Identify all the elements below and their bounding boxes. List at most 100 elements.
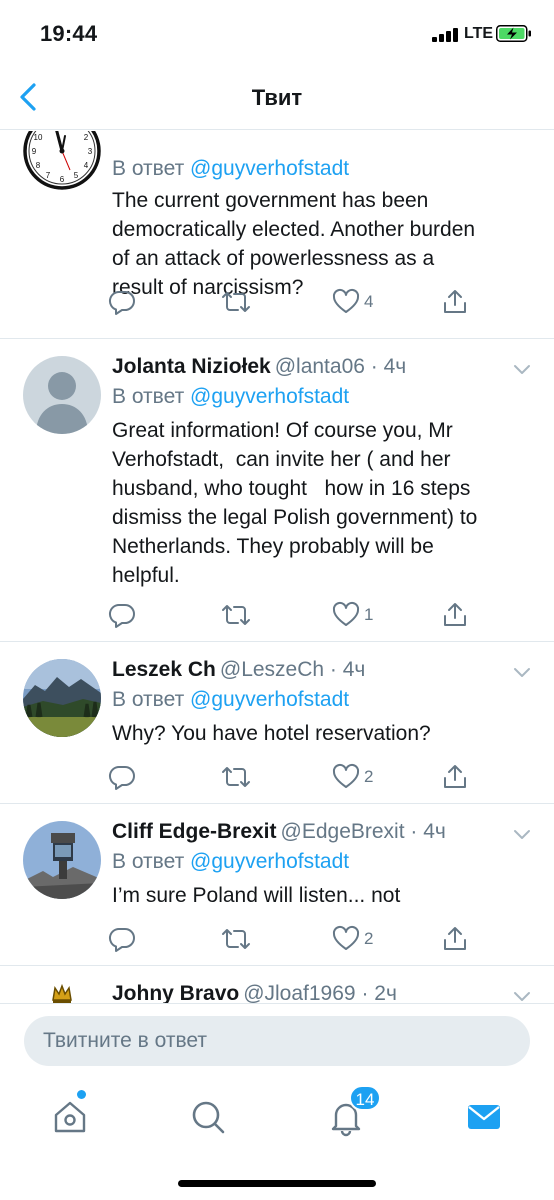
retweet-button[interactable]	[220, 924, 252, 954]
share-icon	[444, 765, 466, 788]
chevron-down-icon[interactable]	[512, 665, 532, 679]
author-handle[interactable]: @lanta06	[275, 355, 365, 378]
default-avatar[interactable]	[23, 356, 101, 434]
retweet-icon	[222, 929, 250, 949]
tweet-actions: 2	[108, 762, 488, 792]
tweet[interactable]: Jolanta Niziołek @lanta06 · 4ч В ответ @g…	[0, 339, 554, 642]
battery-charging-icon	[496, 25, 531, 42]
author-handle[interactable]: @EdgeBrexit	[281, 820, 405, 843]
svg-text:11: 11	[44, 131, 53, 132]
svg-text:9: 9	[32, 147, 37, 156]
mountain-avatar[interactable]	[23, 659, 101, 737]
chevron-down-icon[interactable]	[512, 827, 532, 841]
share-button[interactable]	[441, 287, 469, 317]
reply-icon	[108, 603, 135, 628]
cliff-avatar[interactable]	[23, 821, 101, 899]
chevron-down-icon[interactable]	[512, 989, 532, 1003]
replying-to: В ответ @guyverhofstadt	[112, 382, 536, 412]
heart-icon	[332, 763, 360, 788]
like-count: 2	[364, 767, 374, 786]
status-bar: 19:44 LTE	[0, 0, 554, 66]
like-button[interactable]: 1	[332, 600, 373, 630]
mention-link[interactable]: @guyverhofstadt	[190, 850, 349, 873]
tweet-header: Cliff Edge-Brexit @EdgeBrexit · 4ч	[112, 820, 446, 843]
like-count: 2	[364, 929, 374, 948]
svg-text:4: 4	[84, 161, 89, 170]
mention-link[interactable]: @guyverhofstadt	[190, 157, 349, 180]
like-button[interactable]: 2	[332, 762, 373, 792]
author-handle[interactable]: @Jloaf1969	[243, 982, 355, 1003]
reply-input[interactable]	[24, 1016, 530, 1066]
new-content-dot	[77, 1090, 86, 1099]
share-button[interactable]	[441, 600, 469, 630]
retweet-button[interactable]	[220, 600, 252, 630]
tweet[interactable]: 1212 345 678 91011 В ответ @guyverhofsta…	[0, 131, 554, 339]
tweet-actions: 2	[108, 924, 488, 954]
reply-bar	[0, 1003, 554, 1075]
replying-to: В ответ @guyverhofstadt	[112, 154, 536, 184]
like-count: 4	[364, 292, 374, 311]
tweet[interactable]: Cliff Edge-Brexit @EdgeBrexit · 4ч В отве…	[0, 804, 554, 966]
tweet-text: The current government has been democrat…	[112, 189, 476, 299]
home-indicator	[178, 1180, 376, 1187]
heart-icon	[332, 925, 360, 950]
reply-button[interactable]	[108, 762, 136, 792]
crown-avatar[interactable]	[23, 976, 101, 1003]
svg-text:5: 5	[74, 171, 79, 180]
reply-button[interactable]	[108, 924, 136, 954]
like-button[interactable]: 2	[332, 924, 373, 954]
replying-prefix: В ответ	[112, 688, 185, 711]
share-button[interactable]	[441, 762, 469, 792]
author-name[interactable]: Cliff Edge-Brexit	[112, 820, 277, 843]
reply-button[interactable]	[108, 287, 136, 317]
reply-button[interactable]	[108, 600, 136, 630]
clock-avatar[interactable]: 1212 345 678 91011	[23, 131, 101, 190]
svg-text:6: 6	[60, 175, 65, 184]
like-count: 1	[364, 605, 374, 624]
tweet-header: Johny Bravo @Jloaf1969 · 2ч	[112, 982, 397, 1003]
heart-icon	[332, 601, 360, 626]
retweet-icon	[222, 292, 250, 312]
tweet[interactable]: Johny Bravo @Jloaf1969 · 2ч	[0, 966, 554, 1003]
author-name[interactable]: Jolanta Niziołek	[112, 355, 271, 378]
share-icon	[444, 927, 466, 950]
svg-text:8: 8	[36, 161, 41, 170]
tweet-text: Great information! Of course you, Mr Ver…	[112, 419, 478, 587]
tweet[interactable]: Leszek Ch @LeszeCh · 4ч В ответ @guyverho…	[0, 642, 554, 804]
reply-feed: 1212 345 678 91011 В ответ @guyverhofsta…	[0, 131, 554, 1003]
tweet-actions: 1	[108, 600, 488, 630]
share-icon	[444, 290, 466, 313]
share-button[interactable]	[441, 924, 469, 954]
nav-bar: Твит	[0, 66, 554, 130]
retweet-icon	[222, 605, 250, 625]
svg-text:7: 7	[46, 171, 51, 180]
search-icon[interactable]	[186, 1095, 230, 1139]
replying-to: В ответ @guyverhofstadt	[112, 685, 536, 715]
tweet-time: 4ч	[383, 355, 407, 378]
like-button[interactable]: 4	[332, 287, 373, 317]
svg-text:1: 1	[74, 131, 79, 132]
tweet-time: 2ч	[374, 982, 397, 1003]
notifications-badge: 14	[349, 1085, 381, 1111]
chevron-down-icon[interactable]	[512, 362, 532, 376]
author-handle[interactable]: @LeszeCh	[220, 658, 324, 681]
replying-to: В ответ @guyverhofstadt	[112, 847, 536, 877]
reply-icon	[108, 290, 135, 315]
share-icon	[444, 603, 466, 626]
tweet-actions: 4	[108, 287, 488, 317]
tweet-time: 4ч	[342, 658, 366, 681]
mention-link[interactable]: @guyverhofstadt	[190, 385, 349, 408]
author-name[interactable]: Leszek Ch	[112, 658, 216, 681]
retweet-button[interactable]	[220, 762, 252, 792]
retweet-button[interactable]	[220, 287, 252, 317]
status-time: 19:44	[40, 21, 98, 46]
author-name[interactable]: Johny Bravo	[112, 982, 239, 1003]
messages-envelope-icon[interactable]	[462, 1095, 506, 1139]
reply-icon	[108, 927, 135, 952]
mention-link[interactable]: @guyverhofstadt	[190, 688, 349, 711]
tweet-time: 4ч	[423, 820, 446, 843]
replying-prefix: В ответ	[112, 850, 185, 873]
home-icon[interactable]	[48, 1095, 92, 1139]
heart-icon	[332, 288, 360, 313]
tweet-text: I’m sure Poland will listen... not	[112, 884, 401, 907]
